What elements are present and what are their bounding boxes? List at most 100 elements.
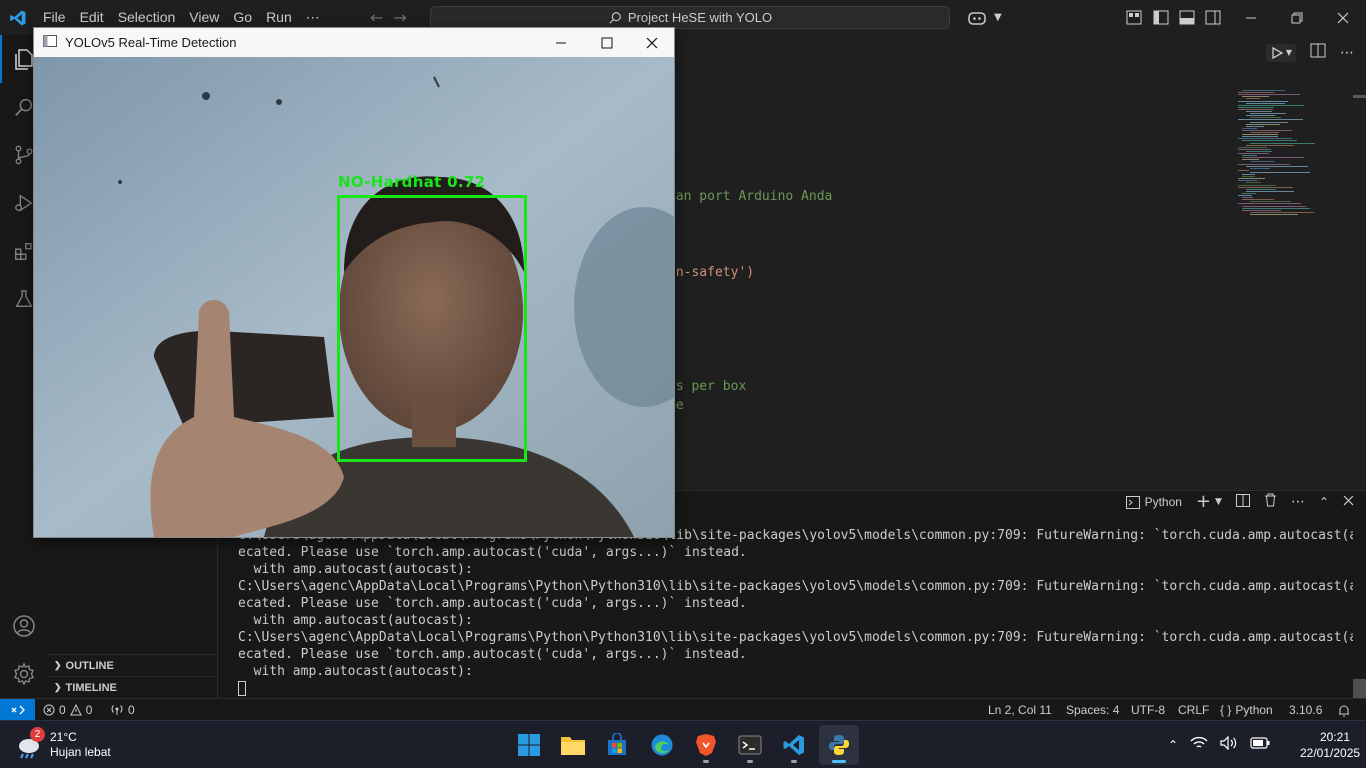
radio-tower-icon	[111, 705, 123, 715]
python-interpreter[interactable]: 3.10.6	[1289, 699, 1322, 721]
language-mode[interactable]: { } Python	[1220, 699, 1273, 721]
close-button[interactable]	[629, 28, 675, 57]
restore-button[interactable]	[1274, 0, 1320, 35]
terminal-scrollbar[interactable]	[1353, 679, 1366, 699]
minimap-line	[1242, 136, 1278, 138]
weather-widget[interactable]: 2 21°C Hujan lebat	[14, 725, 111, 765]
toggle-primary-sidebar-icon[interactable]	[1153, 10, 1169, 29]
terminal-profile[interactable]: Python	[1125, 495, 1182, 509]
terminal-output[interactable]: C:\Users\agenc\AppData\Local\Programs\Py…	[238, 527, 1353, 696]
chevron-down-icon[interactable]: ▼	[994, 12, 1002, 23]
microsoft-store-icon[interactable]	[597, 725, 637, 765]
toggle-panel-icon[interactable]	[1179, 10, 1195, 29]
minimap-line	[1242, 159, 1259, 161]
close-panel-icon[interactable]	[1343, 495, 1354, 510]
more-actions-icon[interactable]: ⋯	[1340, 45, 1354, 61]
problems-indicator[interactable]: 0 0	[43, 699, 92, 721]
vscode-taskbar-icon[interactable]	[774, 725, 814, 765]
timeline-section[interactable]: ❯ TIMELINE	[48, 676, 218, 698]
chevron-down-icon: ▼	[1285, 48, 1292, 57]
split-editor-icon[interactable]	[1310, 43, 1326, 62]
editor-scrollbar[interactable]	[1353, 95, 1366, 98]
detection-window[interactable]: YOLOv5 Real-Time Detection NO-Hardhat 0.…	[33, 27, 675, 538]
minimap-line	[1250, 211, 1314, 213]
terminal-icon	[1125, 495, 1140, 509]
minimap-line	[1238, 94, 1300, 96]
back-arrow-icon[interactable]: ←	[370, 8, 383, 27]
ports-indicator[interactable]: 0	[110, 699, 135, 721]
minimap-line	[1238, 119, 1303, 121]
warning-count: 0	[85, 703, 93, 717]
code-string-line: on-safety')	[668, 265, 755, 280]
minimap-line	[1238, 138, 1292, 140]
settings-gear-icon[interactable]	[0, 650, 48, 698]
new-terminal-plus-icon[interactable]: +	[1196, 493, 1211, 511]
minimap-line	[1238, 104, 1304, 106]
minimap-line	[1246, 123, 1280, 125]
minimap-line	[1242, 176, 1255, 178]
chevron-down-icon[interactable]: ▼	[1215, 497, 1222, 507]
remote-indicator[interactable]	[0, 699, 35, 721]
notifications-bell-icon[interactable]	[1338, 699, 1350, 721]
terminal-line: ecated. Please use `torch.amp.autocast('…	[238, 545, 747, 560]
edge-browser-icon[interactable]	[642, 725, 682, 765]
command-center[interactable]: Project HeSE with YOLO	[430, 6, 950, 29]
minimize-button[interactable]	[1228, 0, 1274, 35]
minimap-line	[1246, 150, 1272, 152]
minimap-line	[1250, 121, 1288, 123]
volume-icon[interactable]	[1220, 735, 1238, 754]
terminal-line: with amp.autocast(autocast):	[238, 664, 473, 679]
more-actions-icon[interactable]: ⋯	[1291, 494, 1305, 510]
minimap-line	[1238, 153, 1269, 154]
active-indicator	[832, 760, 846, 763]
show-hidden-icons-chevron-up-icon[interactable]: ⌃	[1168, 738, 1178, 752]
minimap-line	[1242, 174, 1255, 175]
terminal-line: C:\Users\agenc\AppData\Local\Programs\Py…	[238, 579, 1353, 594]
minimap-line	[1238, 92, 1274, 94]
weather-description: Hujan lebat	[50, 745, 111, 759]
toggle-secondary-sidebar-icon[interactable]	[1205, 10, 1221, 29]
weather-badge: 2	[30, 727, 45, 742]
system-tray: ⌃	[1168, 721, 1270, 768]
minimap-line	[1238, 180, 1257, 182]
windows-logo-icon	[518, 734, 540, 756]
minimap-line	[1246, 165, 1308, 167]
python-taskbar-icon[interactable]	[819, 725, 859, 765]
minimap-line	[1250, 132, 1279, 133]
copilot-icon[interactable]	[960, 10, 994, 26]
maximize-button[interactable]	[584, 28, 630, 57]
kill-terminal-trash-icon[interactable]	[1264, 493, 1277, 511]
forward-arrow-icon[interactable]: →	[393, 8, 406, 27]
close-button[interactable]	[1320, 0, 1366, 35]
minimap[interactable]	[1238, 90, 1353, 220]
wifi-icon[interactable]	[1190, 736, 1208, 754]
end-of-line[interactable]: CRLF	[1178, 699, 1209, 721]
brave-browser-icon[interactable]	[686, 725, 726, 765]
minimap-line	[1246, 182, 1261, 184]
customize-layout-icon[interactable]	[1126, 10, 1142, 29]
minimap-line	[1238, 163, 1290, 165]
cursor-position[interactable]: Ln 2, Col 11	[988, 699, 1052, 721]
detection-window-titlebar[interactable]: YOLOv5 Real-Time Detection	[34, 28, 674, 57]
outline-section[interactable]: ❯ OUTLINE	[48, 654, 218, 676]
file-explorer-icon[interactable]	[553, 725, 593, 765]
run-python-file-icon[interactable]: ▼	[1265, 43, 1296, 62]
minimap-line	[1242, 197, 1253, 199]
timeline-label: TIMELINE	[65, 681, 117, 694]
account-icon[interactable]	[0, 602, 48, 650]
encoding[interactable]: UTF-8	[1131, 699, 1165, 721]
clock[interactable]: 20:21 22/01/2025	[1300, 729, 1361, 761]
minimap-line	[1242, 192, 1256, 194]
indentation[interactable]: Spaces: 4	[1066, 699, 1119, 721]
ports-count: 0	[128, 703, 135, 717]
clock-date: 22/01/2025	[1300, 746, 1361, 760]
battery-icon[interactable]	[1250, 737, 1270, 753]
terminal-line: C:\Users\agenc\AppData\Local\Programs\Py…	[238, 630, 1353, 645]
start-button[interactable]	[509, 725, 549, 765]
split-terminal-icon[interactable]	[1235, 493, 1250, 511]
webcam-frame: NO-Hardhat 0.72	[34, 57, 674, 537]
terminal-app-icon[interactable]	[730, 725, 770, 765]
minimap-line	[1242, 199, 1274, 201]
minimize-button[interactable]	[538, 28, 584, 57]
maximize-panel-chevron-up-icon[interactable]: ⌃	[1319, 495, 1329, 509]
